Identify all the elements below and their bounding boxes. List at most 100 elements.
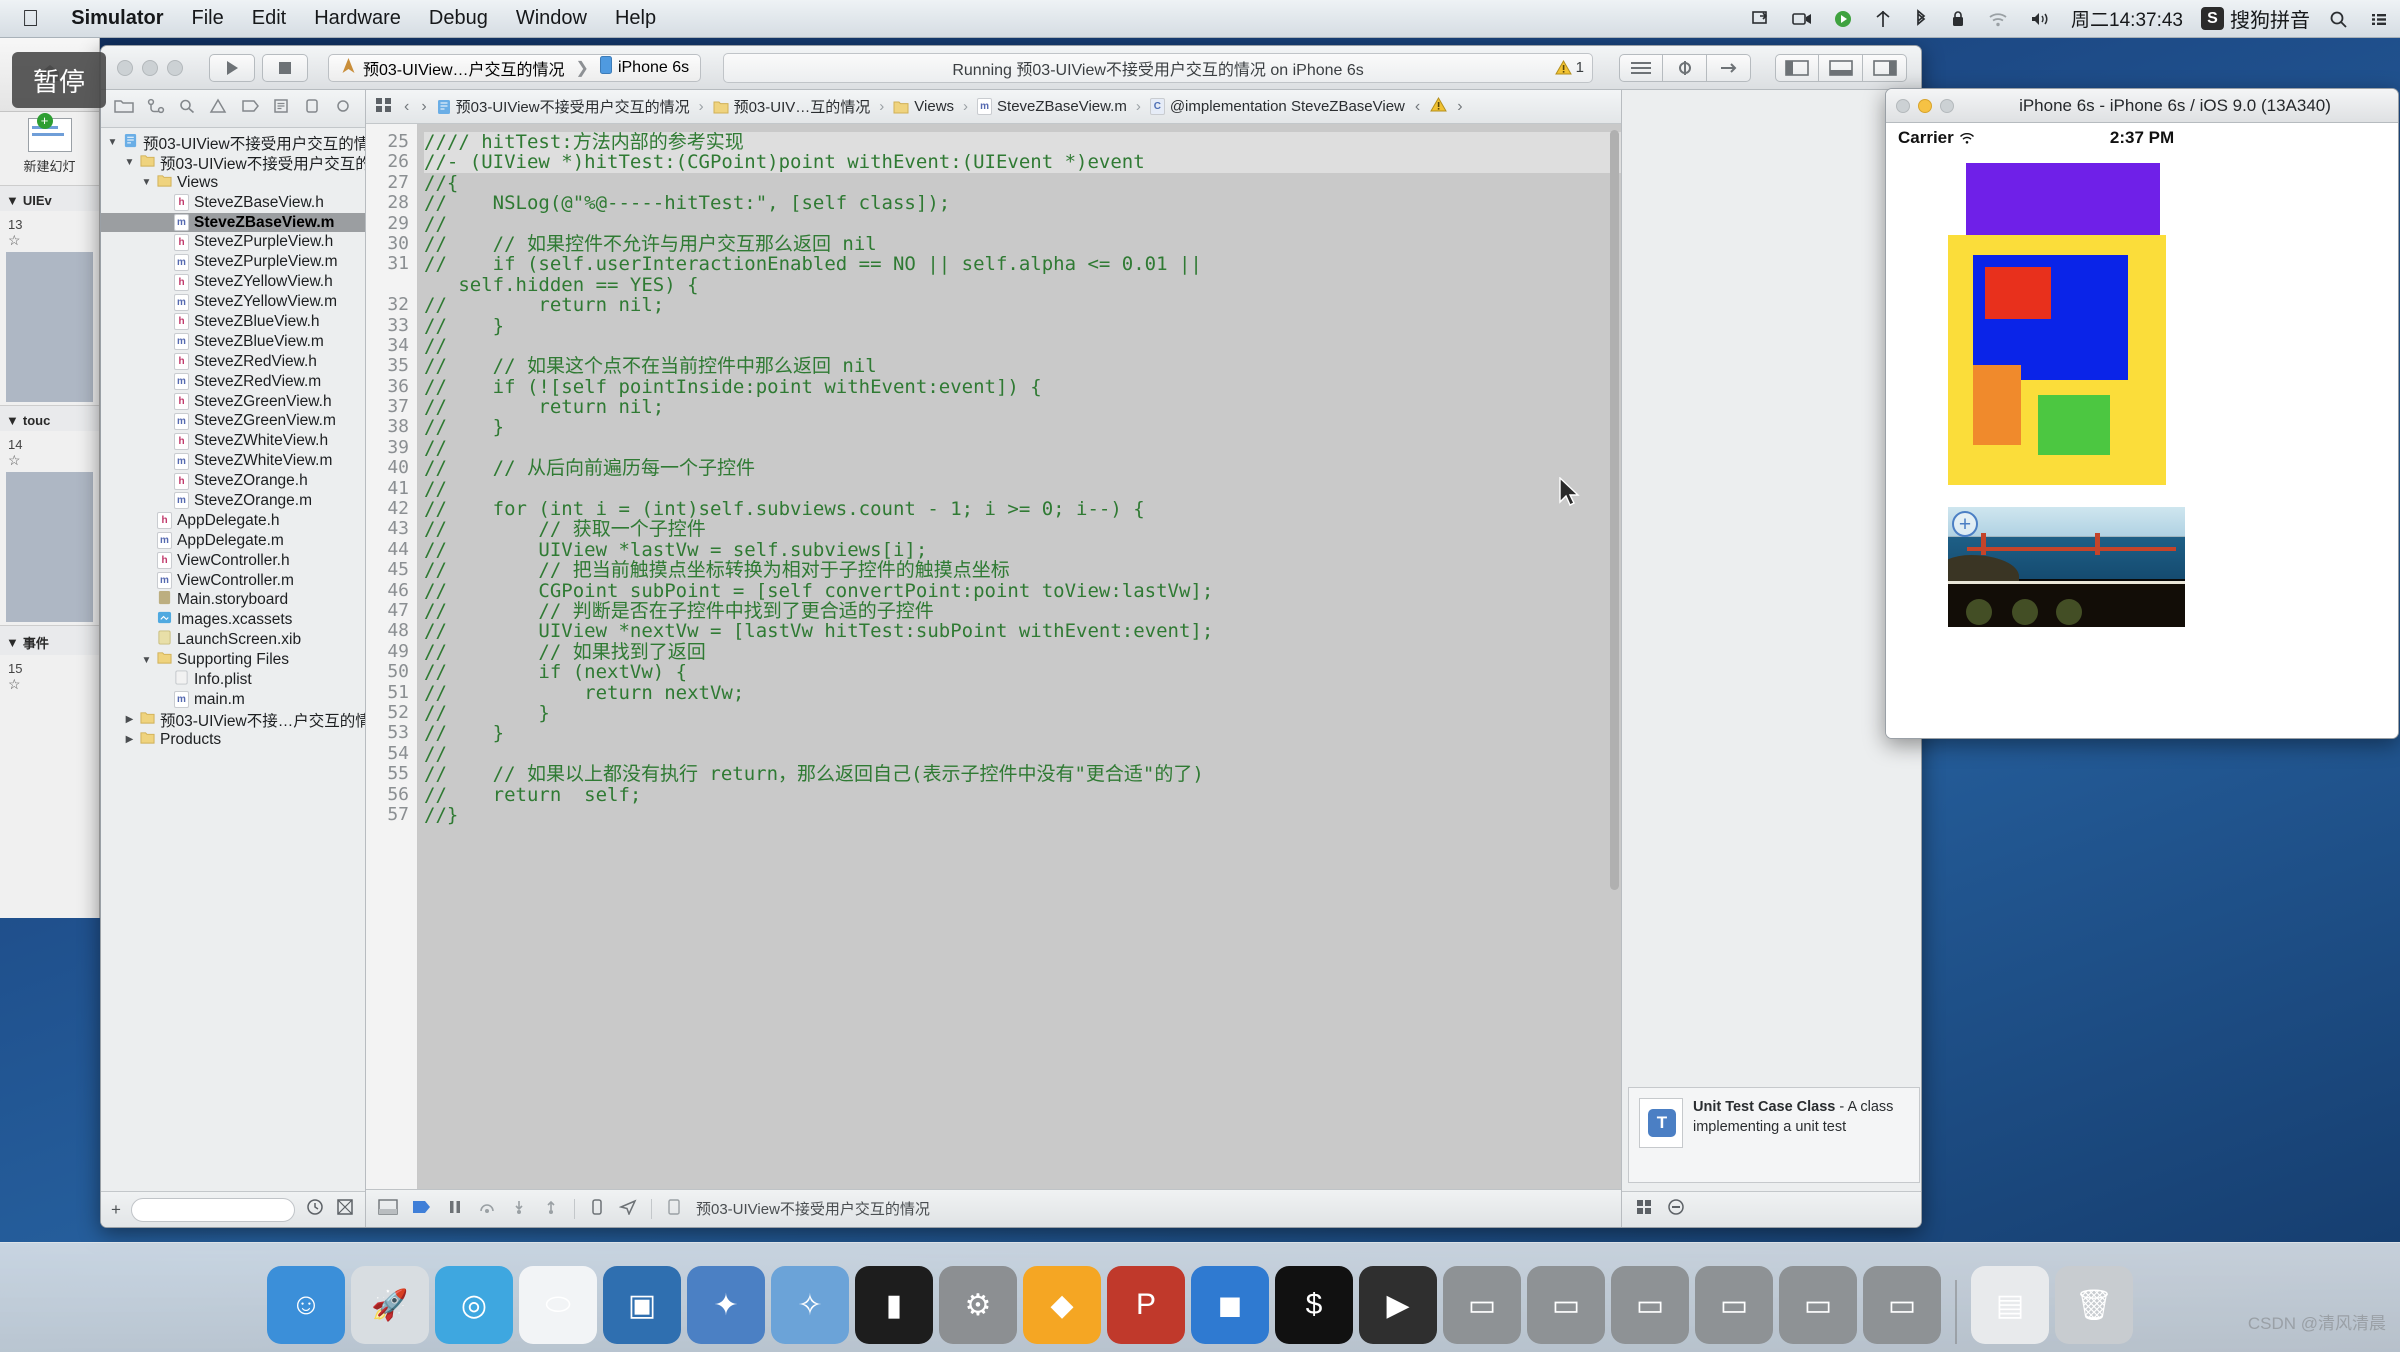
minimize-button[interactable] [142, 59, 158, 76]
navigator-row[interactable]: ▶ Products [101, 730, 365, 750]
lock-icon[interactable] [1939, 9, 1977, 29]
view-hierarchy-icon[interactable] [589, 1198, 605, 1219]
simulate-location-icon[interactable] [618, 1199, 637, 1219]
code-line[interactable]: // return nil; [424, 295, 1621, 316]
code-line[interactable]: //// hitTest:方法内部的参考实现 [424, 132, 1621, 152]
disclosure-triangle-icon[interactable]: ▼ [141, 177, 152, 188]
code-line[interactable]: // } [424, 723, 1621, 744]
scrollbar-thumb[interactable] [1610, 130, 1619, 890]
menu-item-window[interactable]: Window [502, 7, 601, 30]
dock-item-system-preferences[interactable]: ⚙ [939, 1266, 1017, 1344]
code-line[interactable]: // [424, 743, 1621, 764]
hide-navigator-icon[interactable] [1775, 53, 1819, 82]
minimize-button[interactable] [1918, 98, 1932, 113]
disclosure-triangle-icon[interactable]: ▶ [124, 714, 135, 725]
menubar-clock[interactable]: 周二14:37:43 [2061, 5, 2193, 32]
xcode-window[interactable]: 预03-UIView…户交互的情况 ❯ iPhone 6s Running 预0… [100, 45, 1922, 1228]
breadcrumb-file[interactable]: m SteveZBaseView.m [977, 98, 1127, 115]
debug-icon[interactable] [334, 98, 352, 119]
dock-item-downloads-stack[interactable]: ▤ [1971, 1266, 2049, 1344]
hide-debug-icon[interactable] [1819, 53, 1863, 82]
dock-item-display-3[interactable]: ▭ [1611, 1266, 1689, 1344]
code-line[interactable]: // // 从后向前遍历每一个子控件 [424, 458, 1621, 479]
show-debug-area-icon[interactable] [378, 1198, 398, 1219]
scheme-segment[interactable]: 预03-UIView…户交互的情况 [329, 56, 576, 80]
navigator-row[interactable]: ▼ Views [101, 173, 365, 193]
navigator-row[interactable]: h SteveZRedView.h [101, 352, 365, 372]
dock-item-mouse-app[interactable]: ⬭ [519, 1266, 597, 1344]
code-line[interactable]: // // 获取一个子控件 [424, 519, 1621, 540]
disclosure-triangle-icon[interactable]: ▼ [124, 157, 135, 168]
code-line[interactable]: // return nil; [424, 397, 1621, 418]
search-icon[interactable] [178, 98, 196, 119]
dock-item-trash[interactable]: 🗑 [2055, 1266, 2133, 1344]
navigator-row[interactable]: m SteveZGreenView.m [101, 411, 365, 431]
code-line[interactable]: // if (self.userInteractionEnabled == NO… [424, 254, 1621, 275]
window-traffic-lights[interactable] [111, 59, 183, 76]
play-circle-icon[interactable] [1823, 9, 1863, 29]
status-badge[interactable]: 1 [1554, 59, 1584, 76]
navigator-row[interactable]: Info.plist [101, 670, 365, 690]
keynote-new-slide-button[interactable]: + 新建幻灯 [0, 112, 99, 185]
breadcrumb-project[interactable]: 预03-UIView不接受用户交互的情况 [437, 96, 690, 117]
chevron-right-icon[interactable]: › [419, 98, 428, 116]
navigator-row[interactable]: h SteveZGreenView.h [101, 392, 365, 412]
navigator-row[interactable]: h ViewController.h [101, 551, 365, 571]
folder-icon[interactable] [113, 98, 134, 119]
previous-issue-icon[interactable]: ‹ [1413, 98, 1422, 116]
search-icon[interactable] [2318, 9, 2358, 29]
navigator-row[interactable]: h SteveZWhiteView.h [101, 431, 365, 451]
keynote-section-header[interactable]: ▼ UIEv [0, 185, 99, 211]
dock-item-paw[interactable]: P [1107, 1266, 1185, 1344]
pause-overlay-badge[interactable]: 暂停 [12, 52, 106, 108]
dock-item-launchpad[interactable]: 🚀 [351, 1266, 429, 1344]
navigator-row[interactable]: h SteveZYellowView.h [101, 272, 365, 292]
navigator-row[interactable]: Images.xcassets [101, 610, 365, 630]
navigator-row[interactable]: h AppDelegate.h [101, 511, 365, 531]
chevron-left-icon[interactable]: ‹ [402, 98, 411, 116]
version-editor-icon[interactable] [1707, 53, 1751, 82]
step-over-icon[interactable] [478, 1199, 496, 1219]
navigator-row[interactable]: ▼ Supporting Files [101, 650, 365, 670]
test-icon[interactable] [303, 98, 321, 119]
keynote-window[interactable]: + 新建幻灯 ▼ UIEv 13 ☆ ▼ touc 14 ☆ ▼ 事件 15 ☆ [0, 38, 100, 918]
code-line[interactable]: // UIView *lastVw = self.subviews[i]; [424, 539, 1621, 560]
step-into-icon[interactable] [510, 1199, 528, 1219]
project-navigator-tree[interactable]: ▼ 预03-UIView不接受用户交互的情况 ▼ 预03-UIView不接受用户交互的… [101, 128, 365, 1191]
menu-item-hardware[interactable]: Hardware [300, 7, 415, 30]
keynote-slide-thumb[interactable] [6, 472, 93, 622]
add-photo-badge-icon[interactable]: + [1952, 511, 1978, 537]
volume-icon[interactable] [2019, 9, 2061, 29]
navigator-row[interactable]: m SteveZYellowView.m [101, 292, 365, 312]
dock-item-xcode-beta[interactable]: ✧ [771, 1266, 849, 1344]
navigator-row[interactable]: ▶ 预03-UIView不接…户交互的情况Tests [101, 710, 365, 730]
notification-center-icon[interactable] [2358, 9, 2400, 29]
navigator-row[interactable]: h SteveZBaseView.h [101, 193, 365, 213]
stack-frame-icon[interactable] [666, 1198, 682, 1219]
breadcrumb-group[interactable]: 预03-UIV…互的情况 [713, 96, 870, 117]
scheme-selector[interactable]: 预03-UIView…户交互的情况 ❯ iPhone 6s [328, 53, 702, 82]
code-line[interactable]: // // 把当前触摸点坐标转换为相对于子控件的触摸点坐标 [424, 560, 1621, 581]
zoom-button[interactable] [167, 59, 183, 76]
purple-view[interactable] [1966, 163, 2160, 240]
code-line[interactable]: // [424, 336, 1621, 357]
dock-item-xcode[interactable]: ✦ [687, 1266, 765, 1344]
breakpoints-icon[interactable] [412, 1199, 432, 1219]
dock-item-finder[interactable]: ☺ [267, 1266, 345, 1344]
source-editor[interactable]: 25 26 27 28 29 30 31 32 33 34 35 36 37 38 39 40 41 42 43 44… [366, 124, 1621, 1189]
code-line[interactable]: // } [424, 315, 1621, 336]
keynote-section-header[interactable]: ▼ 事件 [0, 625, 99, 655]
editor-scrollbar[interactable] [1610, 130, 1619, 1152]
macos-dock[interactable]: ☺ 🚀 ◎ ⬭ ▣ ✦ ✧ ▮ ⚙ ◆ P ◼ $ ▶ ▭ ▭ ▭ ▭ ▭ ▭ ▤ 🗑 [0, 1242, 2400, 1352]
blue-view[interactable] [1973, 255, 2128, 380]
code-line[interactable]: // return self; [424, 784, 1621, 805]
disclosure-triangle-icon[interactable]: ▶ [124, 734, 135, 745]
dock-item-display-5[interactable]: ▭ [1779, 1266, 1857, 1344]
assistant-editor-icon[interactable] [1663, 53, 1707, 82]
golden-gate-bridge-photo[interactable]: + [1948, 507, 2185, 627]
pause-icon[interactable] [446, 1199, 464, 1219]
hide-utilities-icon[interactable] [1863, 53, 1907, 82]
input-method-indicator[interactable]: S 搜狗拼音 [2193, 4, 2318, 33]
navigator-row[interactable]: m SteveZRedView.m [101, 372, 365, 392]
breadcrumb-symbol[interactable]: C @implementation SteveZBaseView [1149, 98, 1405, 115]
